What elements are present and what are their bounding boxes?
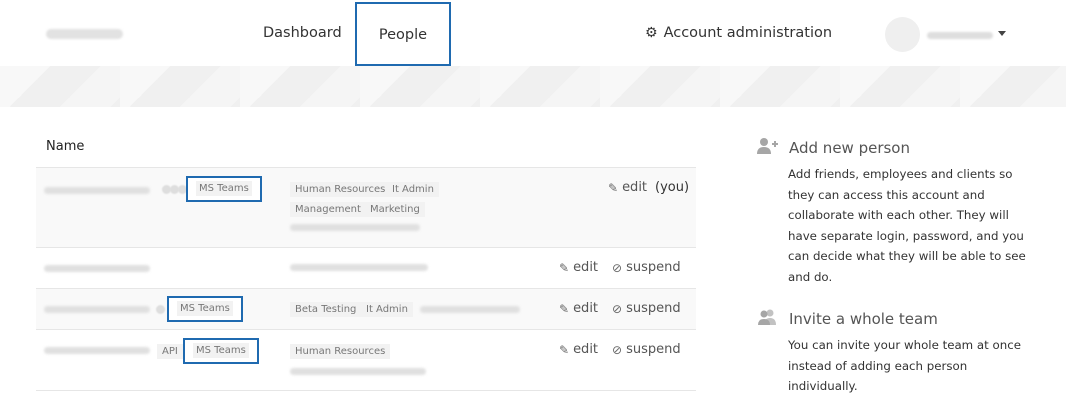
ban-icon: ⊘	[612, 301, 623, 316]
suspend-button[interactable]: ⊘ suspend	[612, 260, 681, 275]
edit-label: edit	[573, 260, 599, 275]
edit-button[interactable]: ✎ edit	[559, 342, 598, 357]
hero-band	[0, 66, 1066, 107]
suspend-label: suspend	[626, 342, 681, 357]
person-email	[290, 264, 428, 271]
ban-icon: ⊘	[612, 342, 623, 357]
group-tag: Beta Testing	[290, 302, 362, 317]
user-name[interactable]	[927, 32, 993, 39]
integration-badge: MS Teams	[167, 296, 243, 322]
table-row: MS Teams Beta Testing It Admin ✎ edit ⊘ …	[36, 289, 696, 330]
ban-icon: ⊘	[612, 260, 623, 275]
pencil-icon: ✎	[608, 180, 619, 195]
table-row: ✎ edit ⊘ suspend	[36, 248, 696, 289]
nav-people[interactable]: People	[355, 2, 451, 66]
suspend-label: suspend	[626, 301, 681, 316]
avatar[interactable]	[885, 17, 920, 52]
edit-label: edit	[622, 180, 648, 195]
person-email	[420, 306, 520, 313]
suspend-button[interactable]: ⊘ suspend	[612, 342, 681, 357]
edit-label: edit	[573, 342, 599, 357]
invite-team-description: You can invite your whole team at once i…	[788, 338, 1021, 393]
group-tag: Human Resources	[290, 344, 391, 359]
add-person-description: Add friends, employees and clients so th…	[788, 167, 1026, 284]
suspend-button[interactable]: ⊘ suspend	[612, 301, 681, 316]
add-person-title: Add new person	[789, 139, 910, 157]
person-email	[290, 368, 426, 375]
group-tag: Management	[290, 202, 366, 217]
people-table: Name MS Teams Human Resources It Admin M…	[36, 128, 696, 391]
edit-button[interactable]: ✎ edit	[559, 301, 598, 316]
person-name[interactable]	[44, 265, 150, 272]
logo[interactable]	[46, 29, 123, 39]
gear-icon: ⚙	[645, 25, 658, 41]
add-person-link[interactable]: Add new person	[757, 136, 1027, 160]
api-badge: API	[157, 344, 183, 359]
pencil-icon: ✎	[559, 301, 570, 316]
add-person-panel: Add new person Add friends, employees an…	[757, 136, 1027, 287]
pencil-icon: ✎	[559, 342, 570, 357]
status-dot	[156, 305, 165, 314]
table-row: MS Teams Human Resources It Admin Manage…	[36, 168, 696, 248]
suspend-label: suspend	[626, 260, 681, 275]
top-navbar: Dashboard People ⚙ Account administratio…	[0, 0, 1066, 66]
you-label: (you)	[655, 180, 690, 195]
person-name[interactable]	[44, 347, 150, 354]
edit-button[interactable]: ✎ edit	[608, 180, 647, 195]
group-tag: It Admin	[361, 302, 413, 317]
person-email	[290, 224, 420, 231]
users-icon	[757, 308, 779, 330]
column-header-name: Name	[36, 128, 696, 168]
pencil-icon: ✎	[559, 260, 570, 275]
edit-label: edit	[573, 301, 599, 316]
group-tag: Human Resources	[290, 182, 391, 197]
invite-team-panel: Invite a whole team You can invite your …	[757, 307, 1027, 397]
integration-badge: MS Teams	[186, 176, 262, 202]
table-row: API MS Teams Human Resources ✎ edit ⊘ su…	[36, 330, 696, 391]
nav-account-label: Account administration	[663, 25, 833, 41]
person-name[interactable]	[44, 306, 150, 313]
sidebar: Add new person Add friends, employees an…	[757, 136, 1027, 411]
nav-dashboard[interactable]: Dashboard	[263, 0, 342, 66]
invite-team-link[interactable]: Invite a whole team	[757, 307, 1027, 331]
person-name[interactable]	[44, 187, 150, 194]
group-tag: Marketing	[365, 202, 425, 217]
group-tag: It Admin	[387, 182, 439, 197]
chevron-down-icon[interactable]	[998, 31, 1006, 36]
nav-account-administration[interactable]: ⚙ Account administration	[645, 0, 832, 66]
user-plus-icon	[757, 137, 779, 159]
edit-button[interactable]: ✎ edit	[559, 260, 598, 275]
integration-badge: MS Teams	[183, 338, 259, 364]
invite-team-title: Invite a whole team	[789, 310, 938, 328]
